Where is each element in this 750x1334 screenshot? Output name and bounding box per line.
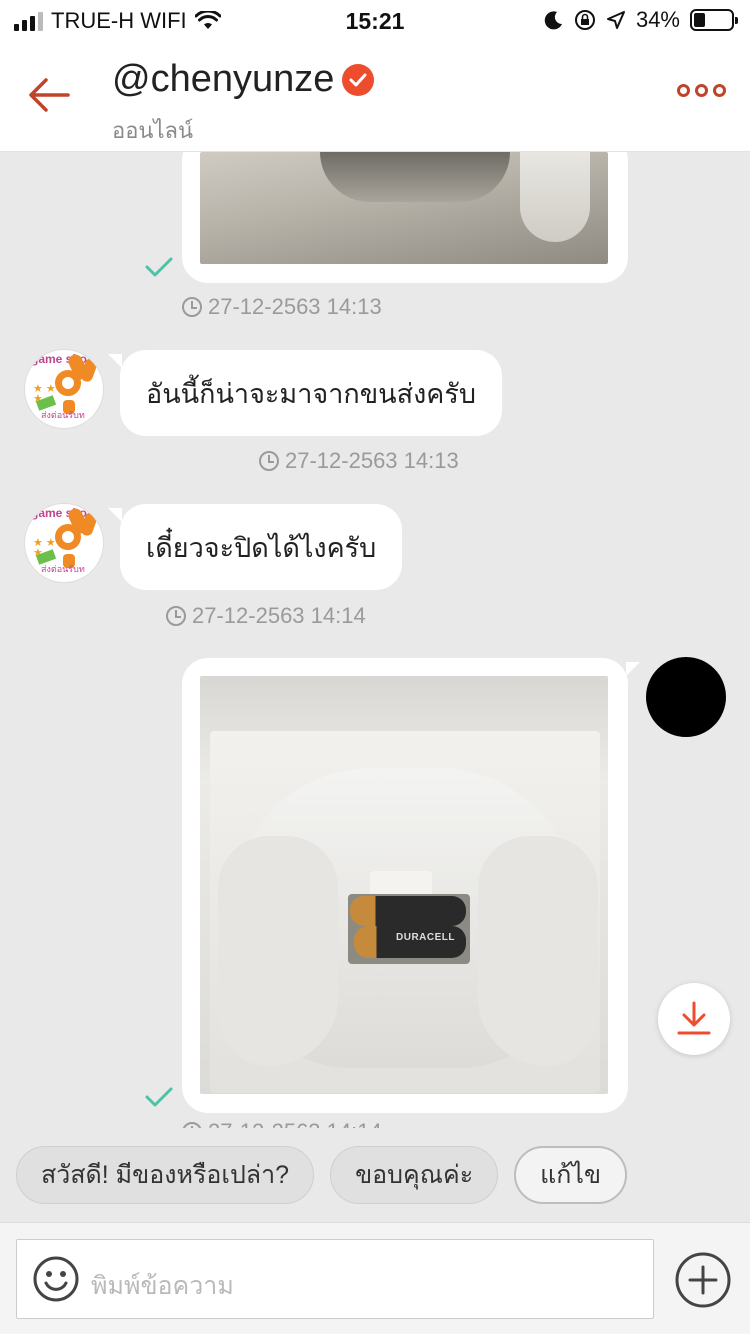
input-placeholder: พิมพ์ข้อความ (91, 1272, 234, 1300)
read-check-icon (145, 1087, 173, 1107)
quick-replies: สวัสดี! มีของหรือเปล่า? ขอบคุณค่ะ แก้ไข (0, 1128, 750, 1222)
location-icon (606, 11, 625, 29)
quick-reply-thanks[interactable]: ขอบคุณค่ะ (330, 1146, 499, 1204)
message-input[interactable]: พิมพ์ข้อความ (16, 1239, 654, 1319)
message-timestamp: 27-12-2563 14:13 (182, 294, 382, 320)
shop-avatar[interactable]: game sho ★ ★ ★ ส่งต่อนรับท (24, 349, 104, 429)
battery-percent: 34% (635, 7, 680, 32)
battery-icon (690, 9, 738, 31)
download-icon (677, 1001, 711, 1035)
online-status: ออนไลน์ (112, 118, 194, 143)
message-photo[interactable] (200, 152, 608, 264)
read-check-icon (145, 257, 173, 277)
shop-avatar[interactable]: game sho ★ ★ ★ ส่งต่อนรับท (24, 503, 104, 583)
text-message[interactable]: อันนี้ก็น่าจะมาจากขนส่งครับ (108, 350, 502, 436)
input-bar: พิมพ์ข้อความ (0, 1222, 750, 1334)
quick-reply-greeting[interactable]: สวัสดี! มีของหรือเปล่า? (16, 1146, 315, 1204)
message-timestamp: 27-12-2563 14:14 (166, 603, 366, 629)
clock-icon (182, 297, 202, 317)
quick-reply-edit[interactable]: แก้ไข (514, 1146, 628, 1204)
clock-icon (259, 451, 279, 471)
message-text: อันนี้ก็น่าจะมาจากขนส่งครับ (146, 378, 476, 409)
image-message[interactable] (182, 152, 628, 283)
message-timestamp: 27-12-2563 14:14 (182, 1119, 382, 1128)
my-avatar[interactable] (646, 657, 726, 737)
emoji-icon[interactable] (31, 1254, 81, 1304)
add-attachment-icon[interactable] (674, 1251, 732, 1309)
verified-badge-icon (342, 63, 375, 96)
back-arrow-icon[interactable] (24, 70, 74, 120)
message-photo[interactable]: DURACELL (200, 676, 608, 1094)
chat-title[interactable]: @chenyunze (112, 58, 334, 101)
rotation-lock-icon (574, 10, 595, 30)
moon-icon (544, 11, 562, 30)
chat-header: @chenyunze ออนไลน์ (0, 40, 750, 152)
text-message[interactable]: เดี๋ยวจะปิดได้ไงครับ (108, 504, 403, 590)
image-message[interactable]: DURACELL (182, 658, 640, 1113)
download-button[interactable] (658, 983, 730, 1055)
message-list[interactable]: 27-12-2563 14:13 game sho ★ ★ ★ ส่งต่อนรั… (0, 152, 750, 1128)
message-timestamp: 27-12-2563 14:13 (259, 448, 459, 474)
clock-icon (166, 606, 186, 626)
status-bar: TRUE-H WIFI 15:21 34% (0, 0, 750, 40)
more-options-icon[interactable] (677, 84, 726, 97)
message-text: เดี๋ยวจะปิดได้ไงครับ (146, 532, 377, 563)
